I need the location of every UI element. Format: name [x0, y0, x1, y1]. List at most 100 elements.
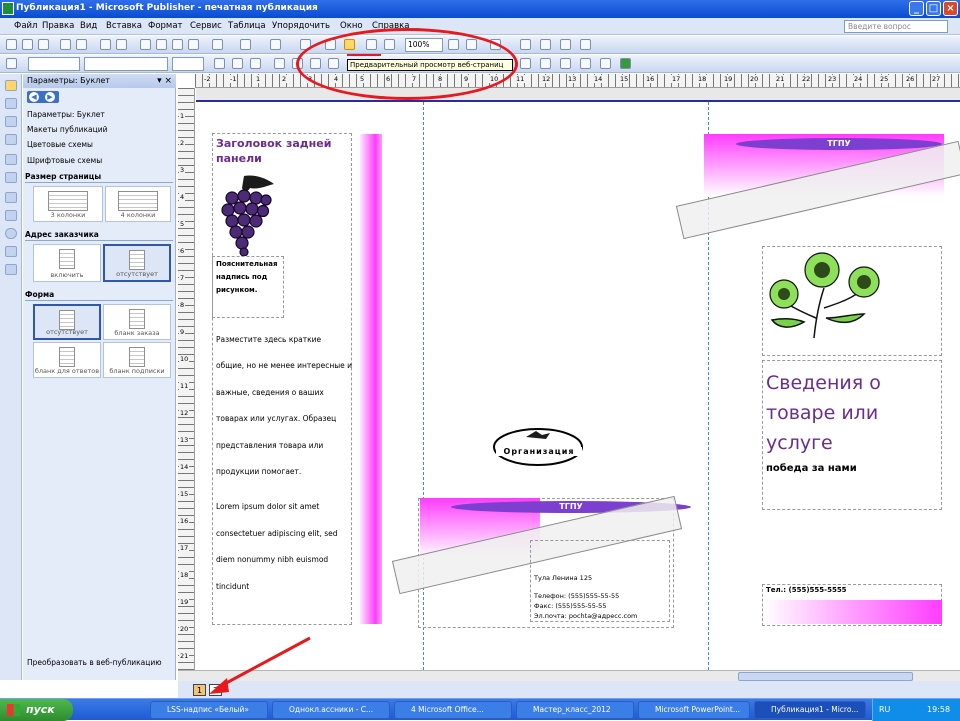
print-preview-icon[interactable]: [76, 39, 87, 50]
option-response-form[interactable]: бланк для ответов: [33, 342, 101, 378]
select-tool-icon[interactable]: [5, 80, 17, 91]
vertical-ruler[interactable]: 1 2 3 4 5 6 7 8 9 10 11 12 13 14 15 16 17 18 19 20 21: [178, 88, 195, 670]
option-form-none[interactable]: отсутствует: [33, 304, 101, 340]
tgpu-pill[interactable]: ТГПУ: [736, 138, 942, 150]
ruler-tick-label: 6: [179, 247, 186, 255]
web-tool4-icon[interactable]: [580, 39, 591, 50]
grapes-image[interactable]: [214, 174, 278, 256]
arrow-tool-icon[interactable]: [5, 210, 17, 221]
option-signup-form[interactable]: бланк подписки: [103, 342, 171, 378]
forward-icon[interactable]: ▶: [45, 92, 55, 102]
link-booklet-options[interactable]: Параметры: Буклет: [27, 110, 105, 119]
minimize-button[interactable]: _: [909, 1, 924, 16]
bring-front-icon[interactable]: [270, 39, 281, 50]
menu-window[interactable]: Окно: [340, 21, 363, 31]
link-publication-designs[interactable]: Макеты публикаций: [27, 125, 108, 134]
line-style-icon[interactable]: [540, 58, 551, 69]
help-search-input[interactable]: Введите вопрос: [844, 20, 948, 33]
print-icon[interactable]: [60, 39, 71, 50]
image-caption[interactable]: Пояснительная надпись под рисунком.: [216, 258, 277, 297]
menu-file[interactable]: Файл: [14, 21, 37, 31]
web-tool2-icon[interactable]: [540, 39, 551, 50]
font-color-icon[interactable]: [520, 58, 531, 69]
picture-tool-icon[interactable]: [5, 154, 17, 165]
underline-icon[interactable]: [250, 58, 261, 69]
rectangle-tool-icon[interactable]: [5, 246, 17, 257]
back-icon[interactable]: ◀: [29, 92, 39, 102]
organization-name[interactable]: Организация: [496, 447, 582, 456]
arrow-style-icon[interactable]: [580, 58, 591, 69]
document-canvas[interactable]: Заголовок задней панели Пояснительная на…: [196, 88, 960, 670]
product-title[interactable]: Сведения о товаре или услуге: [766, 368, 946, 458]
clipart-tool-icon[interactable]: [5, 172, 17, 183]
start-button[interactable]: пуск: [0, 699, 73, 721]
font-size-select[interactable]: [172, 57, 204, 71]
menu-tools[interactable]: Сервис: [190, 21, 222, 31]
close-button[interactable]: ×: [943, 1, 958, 16]
taskbar-item[interactable]: Microsoft PowerPoint...: [638, 701, 750, 719]
style-select[interactable]: [28, 57, 80, 71]
web-tool-icon[interactable]: [520, 39, 531, 50]
body-line: товарах или услугах. Образец: [216, 414, 337, 423]
format-painter-icon[interactable]: [188, 39, 199, 50]
text-box-tool-icon[interactable]: [5, 98, 17, 109]
section-form: Форма: [25, 290, 173, 301]
redo-icon[interactable]: [240, 39, 251, 50]
sunflower-image[interactable]: [764, 248, 894, 348]
taskbar-item[interactable]: LSS-надпис «Белый»: [150, 701, 268, 719]
shadow-icon[interactable]: [600, 58, 611, 69]
undo-icon[interactable]: [212, 39, 223, 50]
organization-logo[interactable]: [492, 423, 587, 468]
link-font-schemes[interactable]: Шрифтовые схемы: [27, 156, 102, 165]
maximize-button[interactable]: □: [926, 1, 941, 16]
phone-text[interactable]: Тел.: (555)555-5555: [766, 586, 847, 594]
table-tool-icon[interactable]: [5, 116, 17, 127]
italic-icon[interactable]: [232, 58, 243, 69]
new-icon[interactable]: [6, 39, 17, 50]
copy-icon[interactable]: [156, 39, 167, 50]
windows-taskbar: пуск LSS-надпис «Белый» Однокл.ассники -…: [0, 698, 960, 721]
dash-style-icon[interactable]: [560, 58, 571, 69]
wordart-tool-icon[interactable]: [5, 134, 17, 145]
taskbar-item[interactable]: Мастер_класс_2012: [516, 701, 634, 719]
spelling-icon[interactable]: [100, 39, 111, 50]
taskbar-item-active[interactable]: Публикация1 - Micro...: [754, 701, 866, 719]
menu-edit[interactable]: Правка: [42, 21, 74, 31]
back-panel-title[interactable]: Заголовок задней панели: [216, 136, 346, 166]
body-line: diem nonummy nibh euismod: [216, 555, 329, 564]
fill-color-icon[interactable]: [620, 58, 631, 69]
menu-view[interactable]: Вид: [80, 21, 97, 31]
option-label: бланк подписки: [109, 367, 165, 375]
oval-tool-icon[interactable]: [5, 228, 17, 239]
paste-icon[interactable]: [172, 39, 183, 50]
research-icon[interactable]: [116, 39, 127, 50]
align-left-icon[interactable]: [274, 58, 285, 69]
option-address-none[interactable]: отсутствует: [103, 244, 171, 282]
language-indicator[interactable]: RU: [879, 705, 890, 714]
taskbar-item[interactable]: 4 Microsoft Office...: [394, 701, 512, 719]
taskbar-item[interactable]: Однокл.ассники - С...: [272, 701, 390, 719]
cut-icon[interactable]: [140, 39, 151, 50]
option-4-columns[interactable]: 4 колонки: [105, 186, 171, 222]
scrollbar-thumb[interactable]: [738, 672, 913, 681]
menu-insert[interactable]: Вставка: [106, 21, 142, 31]
styles-icon[interactable]: [6, 58, 17, 69]
option-3-columns[interactable]: 3 колонки: [33, 186, 103, 222]
web-tool3-icon[interactable]: [560, 39, 571, 50]
link-color-schemes[interactable]: Цветовые схемы: [27, 140, 93, 149]
open-icon[interactable]: [22, 39, 33, 50]
option-address-include[interactable]: включить: [33, 244, 101, 282]
menu-table[interactable]: Таблица: [228, 21, 266, 31]
save-icon[interactable]: [38, 39, 49, 50]
menu-arrange[interactable]: Упорядочить: [272, 21, 330, 31]
ruler-tick-label: 5: [179, 220, 186, 228]
menu-format[interactable]: Формат: [148, 21, 183, 31]
option-order-form[interactable]: бланк заказа: [103, 304, 171, 340]
task-pane-close-icon[interactable]: ▾ ×: [157, 74, 172, 88]
autoshapes-tool-icon[interactable]: [5, 264, 17, 275]
bold-icon[interactable]: [214, 58, 225, 69]
product-subtitle[interactable]: победа за нами: [766, 463, 857, 474]
font-select[interactable]: [84, 57, 168, 71]
line-tool-icon[interactable]: [5, 192, 17, 203]
convert-to-web-link[interactable]: Преобразовать в веб-публикацию: [27, 658, 162, 667]
